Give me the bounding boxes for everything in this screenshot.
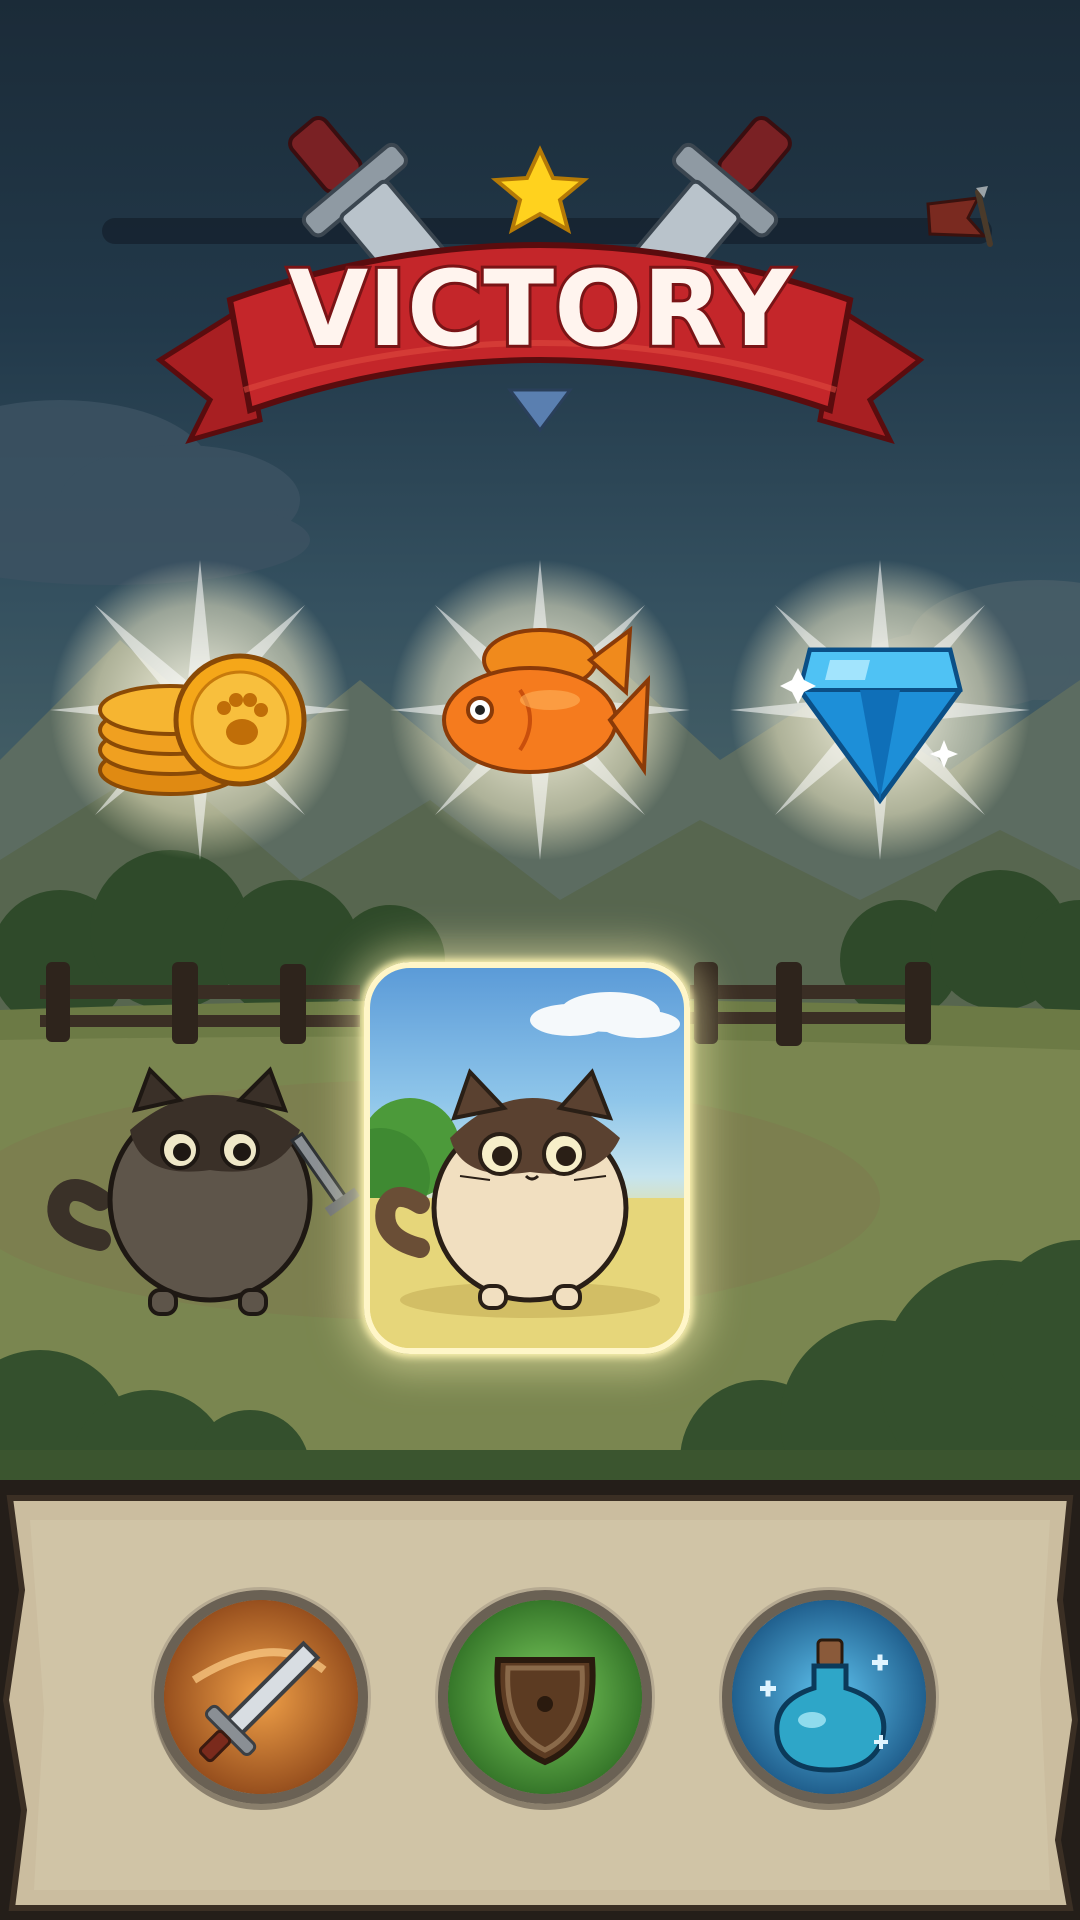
paw-coin-icon [98, 653, 307, 796]
skill-defense-button[interactable] [438, 1590, 652, 1804]
reward-gem [730, 560, 1030, 860]
victory-screen: VICTORY [0, 0, 1080, 1920]
cloud-icon [530, 992, 680, 1038]
reward-fish [390, 560, 690, 860]
hero-card[interactable] [364, 962, 690, 1354]
victory-banner: VICTORY [155, 116, 925, 444]
cat-character-portrait [370, 992, 684, 1348]
victory-title: VICTORY [288, 248, 794, 370]
cat-character-dimmed [47, 1066, 360, 1316]
star-icon [490, 145, 590, 235]
reward-coins [50, 560, 350, 860]
skill-attack-button[interactable] [154, 1590, 368, 1804]
fish-icon [442, 625, 650, 777]
sword-icon [164, 1600, 358, 1794]
shield-icon [448, 1600, 642, 1794]
skill-heal-button[interactable] [722, 1590, 936, 1804]
flag-icon [926, 186, 993, 247]
potion-icon [732, 1600, 926, 1794]
blue-gem-icon [780, 647, 963, 805]
